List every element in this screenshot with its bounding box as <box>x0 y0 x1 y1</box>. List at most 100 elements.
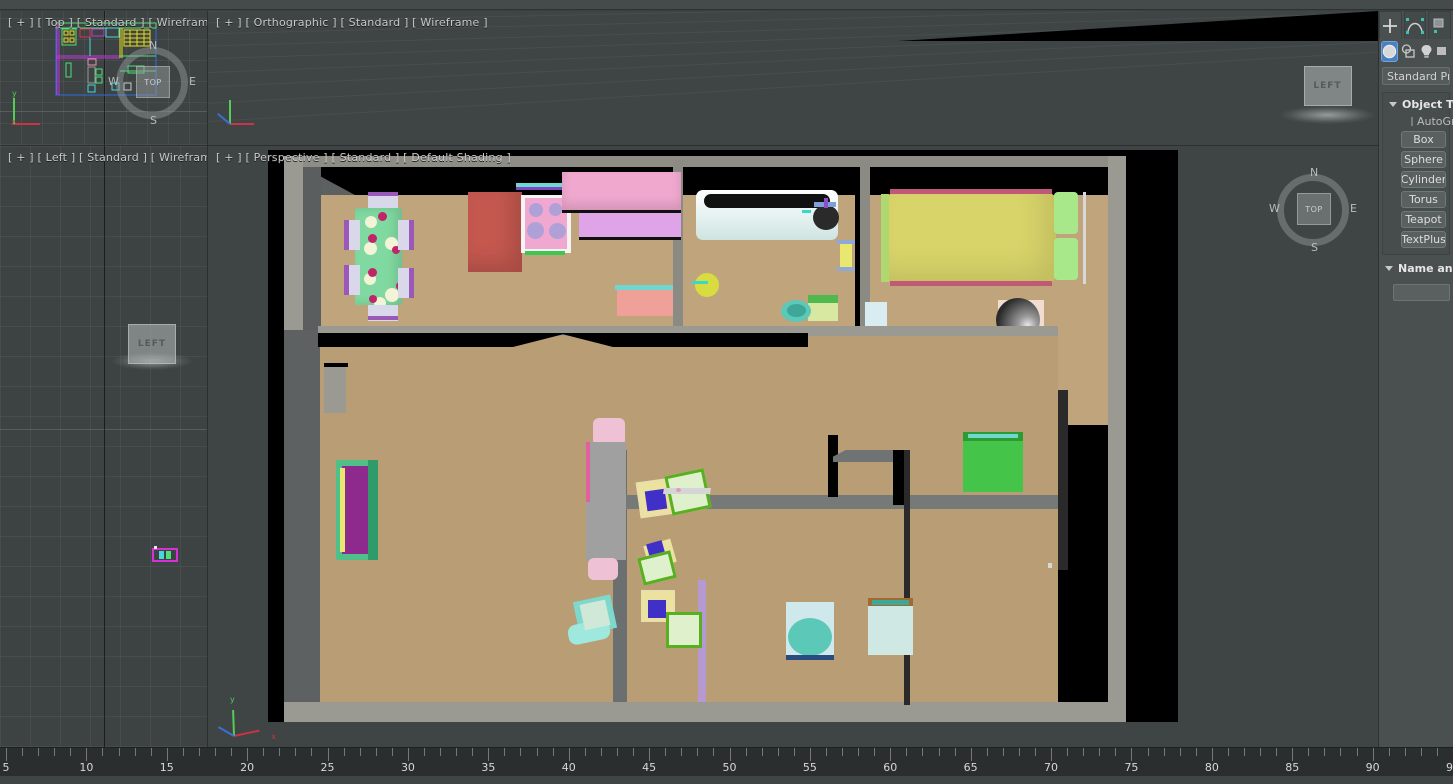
viewport-label-top[interactable]: [ + ] [ Top ] [ Standard ] [ Wireframe ] <box>8 16 207 29</box>
green-box <box>963 440 1023 492</box>
viewcube-north[interactable]: N <box>149 39 157 52</box>
bed <box>886 192 1056 284</box>
timeline-tick-minor <box>874 748 876 756</box>
cylinder-button[interactable]: Cylinder <box>1401 171 1446 188</box>
timeline-tick-minor <box>1404 748 1406 756</box>
object-name-input[interactable] <box>1393 284 1450 301</box>
low-counter <box>617 290 673 316</box>
lights-icon[interactable] <box>1419 41 1434 62</box>
viewcube-south[interactable]: S <box>1311 241 1318 254</box>
timeline-tick-minor <box>440 748 442 756</box>
viewcube-east[interactable]: E <box>1350 202 1357 215</box>
autogrid-checkbox-row[interactable]: AutoGrid <box>1383 115 1453 128</box>
autogrid-checkbox[interactable] <box>1411 117 1413 126</box>
torus-button[interactable]: Torus <box>1401 191 1446 208</box>
teapot-button[interactable]: Teapot <box>1401 211 1446 228</box>
timeline-tick-minor <box>456 748 458 756</box>
viewport-orthographic[interactable]: LEFT [ + ] [ Orthographic ] [ Standard ]… <box>208 11 1378 145</box>
timeline-tick-minor <box>1388 748 1390 756</box>
timeline-tick-major <box>247 748 249 761</box>
viewcube-perspective[interactable]: TOP N S W E <box>1269 166 1357 254</box>
timeline-tick-minor <box>1324 748 1326 756</box>
timeline-footer <box>0 776 1453 784</box>
timeline-tick-major <box>970 748 972 761</box>
viewport-top[interactable]: y z TOP N S W E [ + ] [ Top ] [ Standard… <box>0 11 207 145</box>
timeline-tick-label: 5 <box>2 761 10 774</box>
tab-create[interactable] <box>1379 11 1402 39</box>
timeline-tick-minor <box>1083 748 1085 756</box>
viewport-left[interactable]: LEFT [ + ] [ Left ] [ Standard ] [ Wiref… <box>0 146 207 747</box>
axis-label-z: z <box>11 118 16 127</box>
viewcube-south[interactable]: S <box>150 114 157 127</box>
viewport-label-orthographic[interactable]: [ + ] [ Orthographic ] [ Standard ] [ Wi… <box>216 16 488 29</box>
command-panel: Standard Primitives Object Type AutoGrid… <box>1378 11 1453 747</box>
name-and-color-rollout: Name and Color <box>1379 261 1453 301</box>
object-type-header[interactable]: Object Type <box>1383 97 1453 115</box>
timeline-tick-major <box>1292 748 1294 761</box>
timeline-tick-minor <box>922 748 924 756</box>
timeline-tick-minor <box>633 748 635 756</box>
tab-modify[interactable] <box>1403 11 1427 39</box>
timeline-tick-minor <box>22 748 24 756</box>
selected-object-left-view[interactable] <box>150 546 190 566</box>
timeline-tick-minor <box>616 748 618 756</box>
timeline-tick-label: 55 <box>802 761 817 774</box>
viewport-label-left[interactable]: [ + ] [ Left ] [ Standard ] [ Wireframe … <box>8 151 207 164</box>
timeline-tick-minor <box>954 748 956 756</box>
tab-hierarchy[interactable] <box>1428 11 1452 39</box>
viewcube-west[interactable]: W <box>1269 202 1280 215</box>
timeline-tick-label: 20 <box>240 761 255 774</box>
name-and-color-header[interactable]: Name and Color <box>1379 261 1453 279</box>
viewport-label-perspective[interactable]: [ + ] [ Perspective ] [ Standard ] [ Def… <box>216 151 511 164</box>
viewcube-face-label[interactable]: LEFT <box>1303 66 1352 106</box>
timeline-tick-minor <box>520 748 522 756</box>
viewcube-face-label[interactable]: TOP <box>1297 193 1331 225</box>
command-panel-categories <box>1379 39 1453 63</box>
timeline-tick-label: 40 <box>561 761 576 774</box>
timeline-tick-minor <box>1002 748 1004 756</box>
cabinet <box>868 600 913 655</box>
shapes-icon[interactable] <box>1401 41 1416 62</box>
sphere-button[interactable]: Sphere <box>1401 151 1446 168</box>
primitives-dropdown[interactable]: Standard Primitives <box>1382 67 1450 85</box>
timeline-tick-minor <box>906 748 908 756</box>
timeline-tick-minor <box>359 748 361 756</box>
timeline-tick-minor <box>1147 748 1149 756</box>
textplus-button[interactable]: TextPlus <box>1401 231 1446 248</box>
timeline-tick-minor <box>1436 748 1438 756</box>
primitives-dropdown-value: Standard Primitives <box>1387 69 1449 83</box>
viewcube-orthographic[interactable]: LEFT <box>1280 66 1375 124</box>
timeline-tick-label: 35 <box>481 761 496 774</box>
viewcube-east[interactable]: E <box>189 75 196 88</box>
viewcube-north[interactable]: N <box>1310 166 1318 179</box>
command-panel-tabs <box>1379 11 1453 39</box>
cameras-icon[interactable] <box>1437 41 1452 62</box>
viewcube-face-label[interactable]: TOP <box>136 66 170 98</box>
timeline-tick-label: 90 <box>1365 761 1380 774</box>
viewcube-face-label[interactable]: LEFT <box>128 324 176 364</box>
viewcube-west[interactable]: W <box>108 75 119 88</box>
viewport-perspective[interactable]: TOP N S W E y x [ + ] [ Perspective ] [ … <box>208 146 1378 747</box>
timeline-ruler[interactable]: 5 10 15 20 25 30 35 40 45 50 55 60 65 70 75 80 85 90 95 <box>0 747 1453 784</box>
timeline-tick-minor <box>198 748 200 756</box>
toolbar-strip <box>0 0 1453 10</box>
timeline-tick-minor <box>600 748 602 756</box>
box-button[interactable]: Box <box>1401 131 1446 148</box>
timeline-tick-label: 80 <box>1204 761 1219 774</box>
timeline-tick-minor <box>182 748 184 756</box>
timeline-tick-minor <box>472 748 474 756</box>
name-and-color-title: Name and Color <box>1398 262 1453 275</box>
viewcube-left[interactable]: LEFT <box>112 324 192 370</box>
timeline-tick-minor <box>713 748 715 756</box>
timeline-tick-minor <box>1018 748 1020 756</box>
timeline-tick-label: 50 <box>722 761 737 774</box>
timeline-tick-minor <box>38 748 40 756</box>
timeline-tick-minor <box>584 748 586 756</box>
box-button-label: Box <box>1413 133 1434 146</box>
geometry-icon[interactable] <box>1381 40 1398 62</box>
viewcube-top[interactable]: TOP N S W E <box>108 39 196 127</box>
timeline-tick-minor <box>1308 748 1310 756</box>
application-window: y z TOP N S W E [ + ] [ Top ] [ Standard… <box>0 0 1453 784</box>
timeline-tick-minor <box>1227 748 1229 756</box>
sphere-button-label: Sphere <box>1404 153 1443 166</box>
